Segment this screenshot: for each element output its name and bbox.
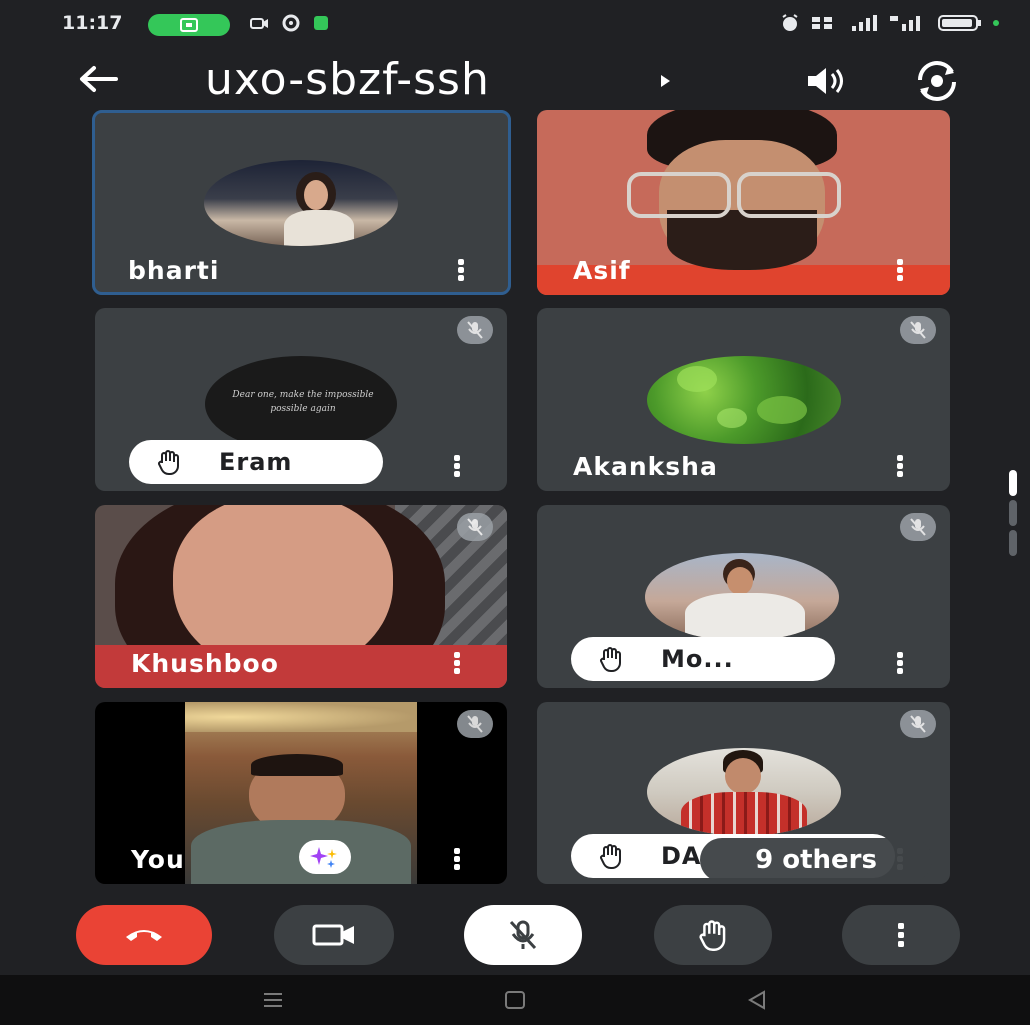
mic-off-badge xyxy=(900,513,936,541)
raise-hand-button[interactable] xyxy=(654,905,772,965)
more-vert-icon[interactable] xyxy=(457,259,465,281)
caret-right-icon[interactable] xyxy=(658,74,672,88)
more-vert-icon[interactable] xyxy=(453,652,461,674)
participant-name: bharti xyxy=(128,256,220,285)
mic-off-badge xyxy=(457,316,493,344)
signal-icon xyxy=(852,15,877,31)
mic-off-badge xyxy=(900,710,936,738)
avatar xyxy=(647,356,841,444)
page-scroll-indicator[interactable] xyxy=(1009,470,1017,556)
participant-name: Eram xyxy=(219,448,293,476)
video-camera-icon xyxy=(312,924,354,946)
effects-button[interactable] xyxy=(299,840,351,874)
participant-tile-eram[interactable]: Dear one, make the impossible possible a… xyxy=(95,308,507,491)
mic-off-icon xyxy=(467,715,483,733)
system-nav-bar xyxy=(0,975,1030,1025)
alarm-icon xyxy=(782,14,798,31)
back-triangle-icon xyxy=(747,990,765,1010)
menu-icon xyxy=(264,993,282,1007)
notification-icon xyxy=(314,16,328,30)
participant-tile-bharti[interactable]: bharti xyxy=(92,110,511,295)
participant-tile-mo[interactable]: Mo... xyxy=(537,505,950,688)
status-icons-right xyxy=(780,14,1000,32)
participant-name: Akanksha xyxy=(573,452,718,481)
more-options-button[interactable] xyxy=(842,905,960,965)
raised-hand-icon xyxy=(600,844,621,869)
participant-name: Asif xyxy=(573,256,631,285)
mic-off-icon xyxy=(467,321,483,339)
raised-hand-icon xyxy=(600,647,621,672)
back-button[interactable] xyxy=(76,62,120,96)
mic-toggle-button[interactable] xyxy=(464,905,582,965)
others-chip[interactable]: 9 others xyxy=(700,838,932,882)
avatar xyxy=(647,748,841,836)
flip-camera-button[interactable] xyxy=(912,60,962,102)
video-feed xyxy=(627,110,847,285)
volte-icon xyxy=(812,17,832,29)
more-vert-icon[interactable] xyxy=(453,848,461,870)
avatar: Dear one, make the impossible possible a… xyxy=(205,356,397,452)
instagram-icon xyxy=(282,14,300,32)
status-time: 11:17 xyxy=(62,12,123,34)
mic-off-icon xyxy=(910,321,926,339)
sparkle-effects-icon xyxy=(310,847,337,868)
avatar xyxy=(645,553,839,641)
call-top-bar: uxo-sbzf-ssh xyxy=(0,50,1030,108)
screen-record-icon xyxy=(180,18,198,32)
home-square-icon xyxy=(505,991,525,1009)
volume-icon xyxy=(808,68,843,94)
participant-tile-khushboo[interactable]: Khushboo xyxy=(95,505,507,688)
avatar-caption: Dear one, make the impossible possible a… xyxy=(232,390,374,414)
home-button[interactable] xyxy=(500,987,530,1013)
meeting-code[interactable]: uxo-sbzf-ssh xyxy=(205,54,490,105)
raised-hand-pill: Eram xyxy=(129,440,383,484)
recents-button[interactable] xyxy=(258,987,288,1013)
participant-name: DA xyxy=(661,842,702,870)
mic-off-badge xyxy=(457,513,493,541)
battery-icon xyxy=(938,15,981,31)
raised-hand-icon xyxy=(699,920,726,951)
raised-hand-icon xyxy=(158,450,179,475)
audio-output-button[interactable] xyxy=(802,64,848,98)
signal-2-icon xyxy=(890,16,920,31)
participant-name: Khushboo xyxy=(131,649,279,678)
mic-off-icon xyxy=(910,518,926,536)
more-vert-icon[interactable] xyxy=(896,455,904,477)
screen-record-pill[interactable] xyxy=(148,14,230,36)
more-vert-icon[interactable] xyxy=(896,652,904,674)
avatar xyxy=(204,160,398,246)
participant-tile-asif[interactable]: Asif xyxy=(537,110,950,295)
participant-name: You xyxy=(131,845,185,874)
camera-flip-icon xyxy=(918,61,956,101)
participant-name: Mo... xyxy=(661,645,734,673)
mic-off-badge xyxy=(457,710,493,738)
call-controls xyxy=(0,905,1030,971)
more-vert-icon xyxy=(898,923,904,947)
participant-tile-akanksha[interactable]: Akanksha xyxy=(537,308,950,491)
mic-off-icon xyxy=(910,715,926,733)
video-status-icon xyxy=(250,18,268,29)
back-nav-button[interactable] xyxy=(742,987,772,1013)
participant-tile-you[interactable]: You xyxy=(95,702,507,884)
mic-off-icon xyxy=(509,920,537,950)
mic-off-icon xyxy=(467,518,483,536)
more-vert-icon[interactable] xyxy=(896,259,904,281)
camera-toggle-button[interactable] xyxy=(274,905,394,965)
more-vert-icon[interactable] xyxy=(453,455,461,477)
status-bar: 11:17 xyxy=(0,0,1030,50)
raised-hand-pill: Mo... xyxy=(571,637,835,681)
arrow-left-icon xyxy=(80,66,118,92)
charging-dot-icon xyxy=(993,20,999,26)
end-call-button[interactable] xyxy=(76,905,212,965)
mic-off-badge xyxy=(900,316,936,344)
phone-hangup-icon xyxy=(126,930,162,941)
status-icons-left xyxy=(250,14,330,32)
